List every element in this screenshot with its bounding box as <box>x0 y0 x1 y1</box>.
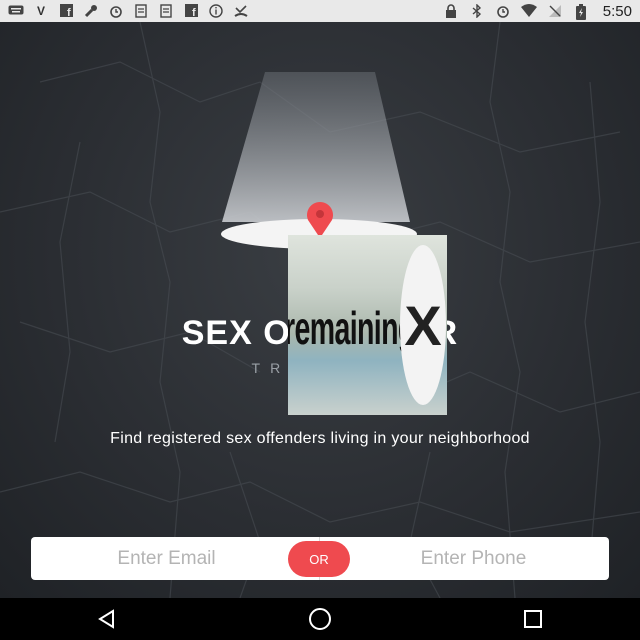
missed-call-icon <box>233 4 249 18</box>
home-button[interactable] <box>290 598 350 640</box>
battery-charging-icon <box>573 4 589 20</box>
recents-icon <box>524 610 543 628</box>
or-badge: OR <box>288 541 350 577</box>
phone-field[interactable]: Enter Phone <box>320 537 609 580</box>
status-bar: V f f 5:50 <box>0 0 640 22</box>
no-signal-icon <box>547 4 563 18</box>
ad-overlay[interactable]: remaining X <box>288 235 447 415</box>
close-icon: X <box>404 293 442 357</box>
facebook-icon: f <box>58 4 74 19</box>
navigation-bar <box>0 598 640 640</box>
svg-text:f: f <box>192 7 196 17</box>
alarm-icon <box>495 4 511 18</box>
back-button[interactable] <box>77 598 137 640</box>
wrench-icon <box>83 4 99 18</box>
notification-icons: V f f <box>8 4 443 19</box>
clock: 5:50 <box>602 2 632 20</box>
ad-close-button[interactable]: X <box>400 245 446 405</box>
lock-icon <box>443 4 459 18</box>
back-icon <box>97 609 114 629</box>
map-pin-icon <box>300 200 340 240</box>
svg-text:f: f <box>67 7 71 17</box>
keyboard-icon <box>8 4 24 18</box>
app-screen: SEX OFFENDER TRACKER Find registered sex… <box>0 22 640 598</box>
alarm-icon <box>108 4 124 18</box>
facebook-icon: f <box>183 4 199 19</box>
recents-button[interactable] <box>503 598 563 640</box>
notes-icon <box>158 4 174 18</box>
home-icon <box>308 608 331 630</box>
contact-input-bar: Enter Email Enter Phone OR <box>31 537 609 580</box>
v-icon: V <box>36 4 45 18</box>
wifi-icon <box>520 4 537 18</box>
notes-icon <box>133 4 149 18</box>
bluetooth-icon <box>469 3 485 19</box>
info-icon <box>208 4 224 18</box>
ad-text: remaining <box>288 302 415 354</box>
description-text: Find registered sex offenders living in … <box>110 430 530 447</box>
email-field[interactable]: Enter Email <box>31 537 320 580</box>
system-icons: 5:50 <box>443 3 632 20</box>
